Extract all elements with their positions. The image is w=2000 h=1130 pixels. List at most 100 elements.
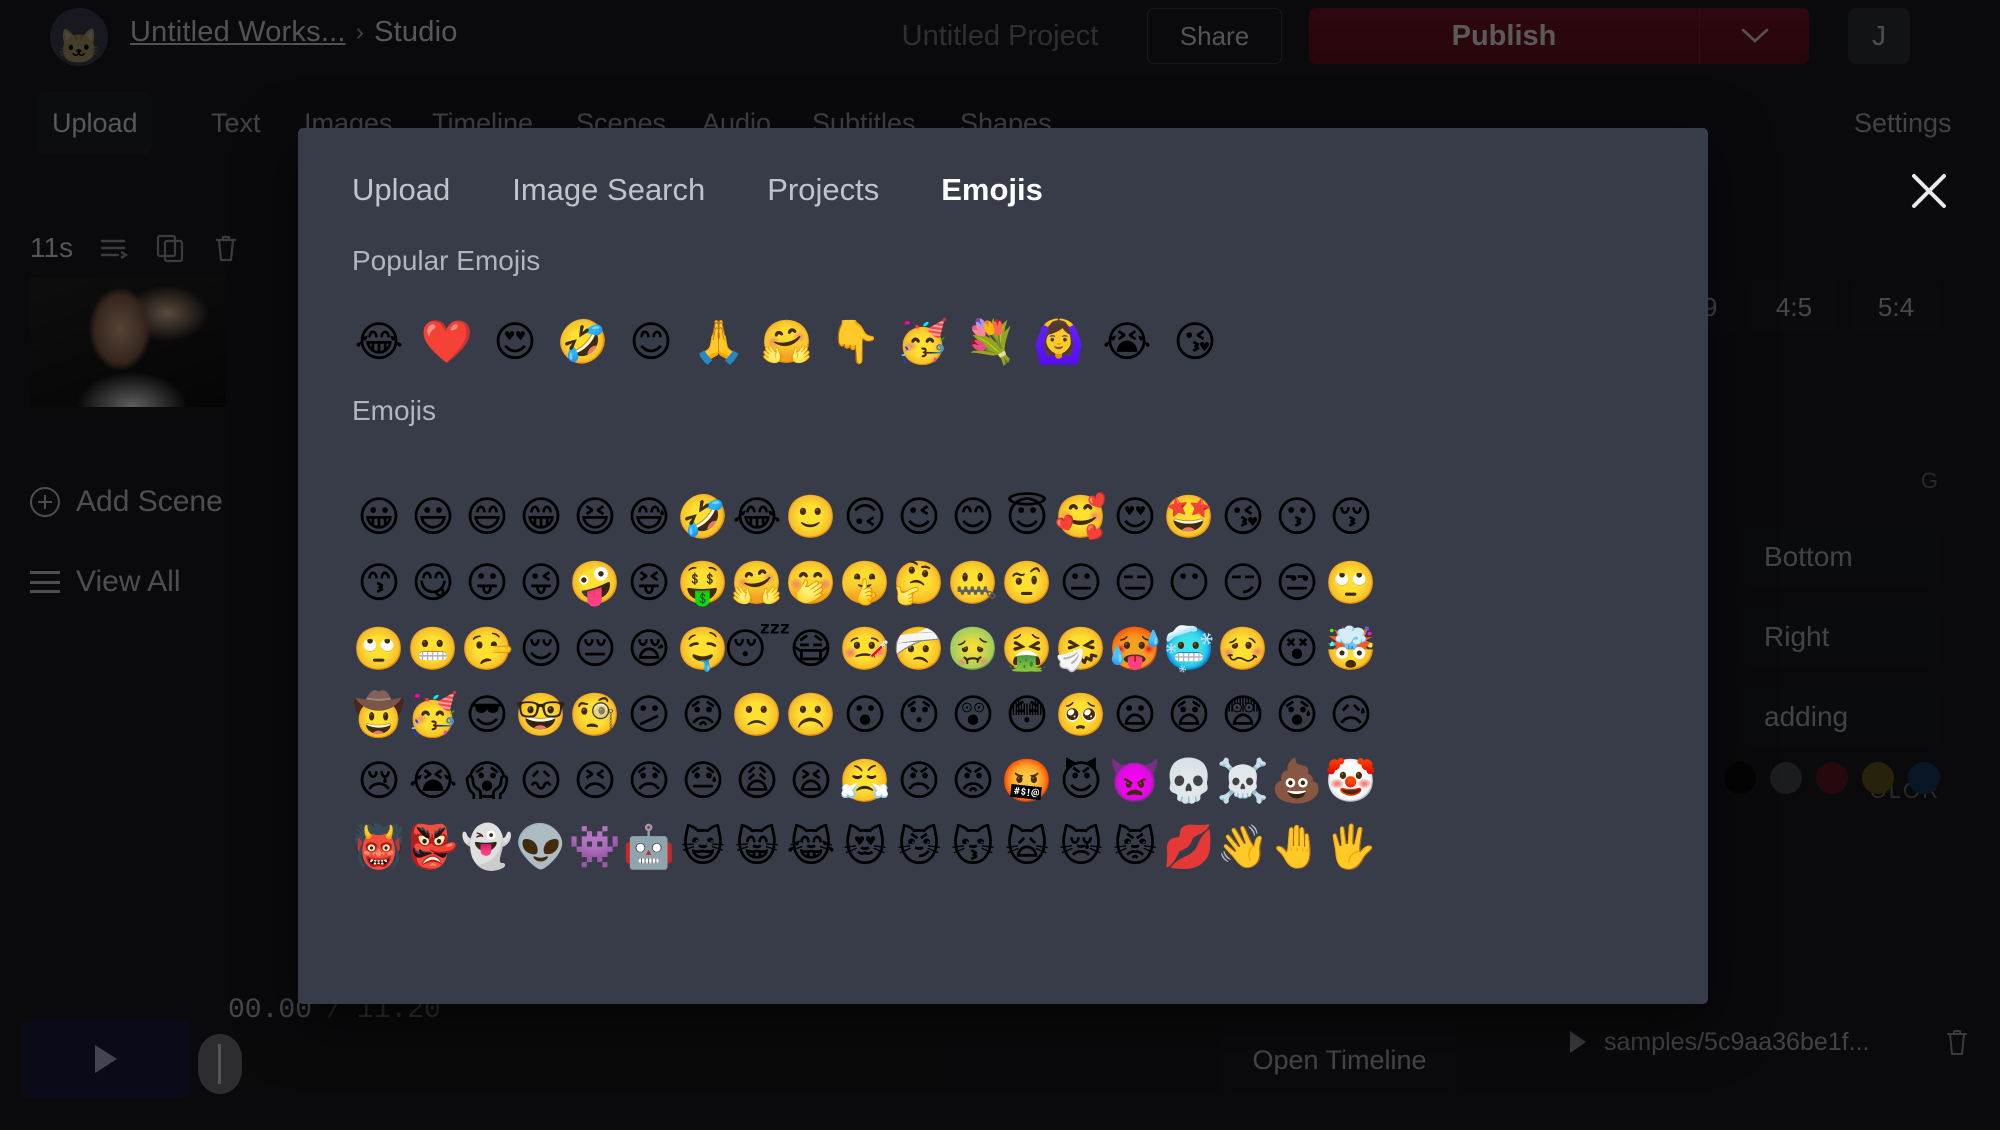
padding-field[interactable]: adding xyxy=(1740,688,1940,746)
emoji-item[interactable]: 🥵 xyxy=(1108,622,1162,676)
popular-emoji-item[interactable]: 🤗 xyxy=(760,315,814,369)
emoji-item[interactable]: 🙀 xyxy=(1000,820,1054,874)
emoji-item[interactable]: 😧 xyxy=(1162,688,1216,742)
emoji-item[interactable]: 👻 xyxy=(460,820,514,874)
emoji-item[interactable]: 👋 xyxy=(1216,820,1270,874)
emoji-item[interactable]: 😉 xyxy=(892,490,946,544)
emoji-item[interactable]: 🧐 xyxy=(568,688,622,742)
play-button[interactable] xyxy=(22,1020,190,1098)
tab-upload[interactable]: Upload xyxy=(352,172,450,208)
emoji-item[interactable]: 😅 xyxy=(622,490,676,544)
emoji-item[interactable]: 💩 xyxy=(1270,754,1324,808)
emoji-item[interactable]: 😐 xyxy=(1054,556,1108,610)
emoji-item[interactable]: 😛 xyxy=(460,556,514,610)
emoji-item[interactable]: 😹 xyxy=(784,820,838,874)
emoji-item[interactable]: 🥶 xyxy=(1162,622,1216,676)
emoji-item[interactable]: 😷 xyxy=(784,622,838,676)
emoji-item[interactable]: ☠️ xyxy=(1216,754,1270,808)
emoji-item[interactable]: 😼 xyxy=(892,820,946,874)
emoji-item[interactable]: 😆 xyxy=(568,490,622,544)
emoji-item[interactable]: 🤫 xyxy=(838,556,892,610)
emoji-item[interactable]: 😴 xyxy=(723,622,790,676)
emoji-item[interactable]: 😨 xyxy=(1216,688,1270,742)
scrubber-track[interactable] xyxy=(200,1042,940,1086)
popular-emoji-item[interactable]: 🙆‍♀️ xyxy=(1032,315,1086,369)
emoji-item[interactable]: 😫 xyxy=(784,754,838,808)
emoji-item[interactable]: 🤖 xyxy=(622,820,676,874)
emoji-item[interactable]: 😁 xyxy=(514,490,568,544)
scene-thumbnail[interactable] xyxy=(30,277,226,407)
emoji-item[interactable]: 🤐 xyxy=(946,556,1000,610)
duplicate-icon[interactable] xyxy=(155,233,185,263)
popular-emoji-item[interactable]: 😘 xyxy=(1168,315,1222,369)
publish-button-group[interactable]: Publish xyxy=(1309,8,1809,64)
emoji-item[interactable]: 🙃 xyxy=(838,490,892,544)
emoji-item[interactable]: 😓 xyxy=(676,754,730,808)
tab-emojis[interactable]: Emojis xyxy=(941,172,1043,208)
emoji-item[interactable]: 🤪 xyxy=(568,556,622,610)
emoji-item[interactable]: 🤑 xyxy=(676,556,730,610)
emoji-item[interactable]: 😿 xyxy=(1054,820,1108,874)
emoji-item[interactable]: 🥴 xyxy=(1216,622,1270,676)
nav-item-settings[interactable]: Settings xyxy=(1840,92,1966,154)
emoji-item[interactable]: 😮 xyxy=(838,688,892,742)
emoji-item[interactable]: ☹️ xyxy=(784,688,838,742)
emoji-item[interactable]: 😀 xyxy=(352,490,406,544)
popular-emoji-item[interactable]: 👇 xyxy=(828,315,882,369)
emoji-item[interactable]: 😻 xyxy=(838,820,892,874)
emoji-item[interactable]: 😚 xyxy=(1324,490,1378,544)
ratio-4-5-button[interactable]: 4:5 xyxy=(1750,280,1838,334)
emoji-item[interactable]: 💋 xyxy=(1162,820,1216,874)
emoji-item[interactable]: 😂 xyxy=(730,490,784,544)
emoji-item[interactable]: 😡 xyxy=(946,754,1000,808)
emoji-item[interactable]: 👺 xyxy=(406,820,460,874)
popular-emoji-item[interactable]: 😊 xyxy=(624,315,678,369)
publish-button[interactable]: Publish xyxy=(1309,8,1699,64)
reorder-icon[interactable] xyxy=(99,233,129,263)
emoji-item[interactable]: 😶 xyxy=(1162,556,1216,610)
emoji-item[interactable]: 😳 xyxy=(1000,688,1054,742)
popular-emoji-item[interactable]: 😍 xyxy=(488,315,542,369)
emoji-item[interactable]: 😕 xyxy=(622,688,676,742)
emoji-item[interactable]: 🤭 xyxy=(784,556,838,610)
emoji-item[interactable]: 😗 xyxy=(1270,490,1324,544)
user-avatar[interactable]: J xyxy=(1848,8,1910,64)
emoji-item[interactable]: 😵 xyxy=(1270,622,1324,676)
popular-emoji-item[interactable]: 😭 xyxy=(1100,315,1154,369)
align-horizontal-select[interactable]: Right xyxy=(1740,608,1940,666)
emoji-item[interactable]: 😝 xyxy=(622,556,676,610)
view-all-button[interactable]: View All xyxy=(30,565,181,599)
emoji-item[interactable]: 🤮 xyxy=(1000,622,1054,676)
popular-emoji-item[interactable]: 🤣 xyxy=(556,315,610,369)
emoji-item[interactable]: 🤢 xyxy=(946,622,1000,676)
emoji-item[interactable]: 😩 xyxy=(730,754,784,808)
swatch-red[interactable] xyxy=(1816,762,1848,794)
emoji-item[interactable]: 😥 xyxy=(1324,688,1378,742)
emoji-item[interactable]: 🤡 xyxy=(1324,754,1378,808)
share-button[interactable]: Share xyxy=(1147,8,1282,64)
emoji-item[interactable]: 🤤 xyxy=(676,622,730,676)
emoji-item[interactable]: 🤩 xyxy=(1162,490,1216,544)
emoji-item[interactable]: 😢 xyxy=(352,754,406,808)
emoji-item[interactable]: 😲 xyxy=(946,688,1000,742)
emoji-item[interactable]: 😇 xyxy=(1000,490,1054,544)
nav-item-text[interactable]: Text xyxy=(197,92,275,154)
emoji-item[interactable]: 🤣 xyxy=(676,490,730,544)
emoji-item[interactable]: 😙 xyxy=(352,556,406,610)
emoji-item[interactable]: 😑 xyxy=(1108,556,1162,610)
emoji-item[interactable]: 🤬 xyxy=(1000,754,1054,808)
emoji-item[interactable]: 😊 xyxy=(946,490,1000,544)
emoji-item[interactable]: 🤨 xyxy=(1000,556,1054,610)
emoji-item[interactable]: 😃 xyxy=(406,490,460,544)
open-timeline-button[interactable]: Open Timeline xyxy=(1222,1024,1457,1096)
emoji-item[interactable]: 😄 xyxy=(460,490,514,544)
emoji-item[interactable]: 🖐️ xyxy=(1324,820,1378,874)
emoji-item[interactable]: 😦 xyxy=(1108,688,1162,742)
emoji-item[interactable]: 👽 xyxy=(514,820,568,874)
trash-icon[interactable] xyxy=(211,233,241,263)
emoji-item[interactable]: 😣 xyxy=(568,754,622,808)
emoji-item[interactable]: 😞 xyxy=(622,754,676,808)
emoji-item[interactable]: 🙂 xyxy=(784,490,838,544)
emoji-item[interactable]: 😸 xyxy=(730,820,784,874)
emoji-item[interactable]: 😟 xyxy=(676,688,730,742)
